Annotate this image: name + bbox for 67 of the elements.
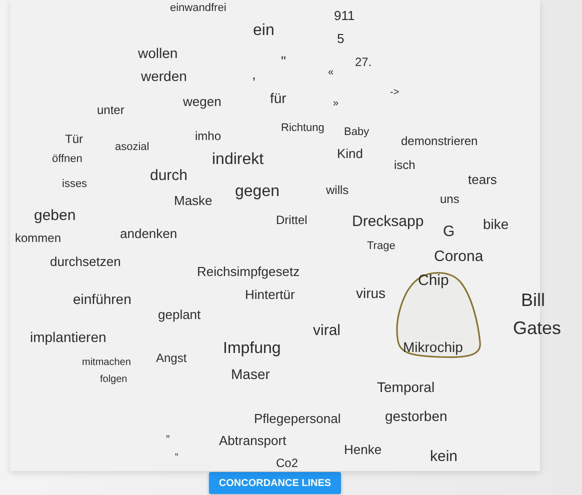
cloud-word[interactable]: gegen xyxy=(235,183,280,202)
cloud-word[interactable]: “ xyxy=(175,452,178,464)
cloud-word[interactable]: geplant xyxy=(158,308,201,323)
cloud-word[interactable]: einwandfrei xyxy=(170,2,226,15)
cloud-word[interactable]: ein xyxy=(253,22,274,40)
cloud-word[interactable]: Abtransport xyxy=(219,434,286,449)
cloud-word[interactable]: durchsetzen xyxy=(50,255,121,270)
cloud-word[interactable]: Reichsimpfgesetz xyxy=(197,265,300,280)
cloud-word[interactable]: Baby xyxy=(344,126,370,139)
cloud-word[interactable]: durch xyxy=(150,167,188,184)
cloud-word[interactable]: bike xyxy=(483,216,509,232)
cloud-word[interactable]: Hintertür xyxy=(245,288,295,303)
cloud-word[interactable]: Impfung xyxy=(223,340,281,358)
cloud-word[interactable]: Drittel xyxy=(276,214,308,228)
cloud-word[interactable]: 911 xyxy=(334,9,355,24)
cloud-word[interactable]: viral xyxy=(313,322,341,340)
cloud-word[interactable]: Trage xyxy=(367,240,396,253)
cloud-word[interactable]: werden xyxy=(141,68,187,84)
cloud-word[interactable]: gestorben xyxy=(385,408,448,424)
cloud-word[interactable]: « xyxy=(328,67,334,78)
cloud-word[interactable]: isch xyxy=(394,159,416,173)
cloud-word[interactable]: -> xyxy=(390,87,400,98)
cloud-word[interactable]: wegen xyxy=(183,95,222,110)
cloud-word[interactable]: Pflegepersonal xyxy=(254,412,341,427)
cloud-word[interactable]: Tür xyxy=(65,133,83,147)
cloud-word[interactable]: Temporal xyxy=(377,379,435,396)
cloud-word[interactable]: Bill xyxy=(521,290,546,311)
cloud-word[interactable]: Maske xyxy=(174,194,212,209)
cloud-word[interactable]: asozial xyxy=(115,141,150,154)
cloud-word[interactable]: uns xyxy=(440,193,460,207)
cloud-word[interactable]: Maser xyxy=(231,366,270,382)
cloud-word[interactable]: demonstrieren xyxy=(401,135,478,149)
cloud-word[interactable]: Gates xyxy=(513,318,562,339)
cloud-word[interactable]: einführen xyxy=(73,291,132,308)
cloud-word[interactable]: Corona xyxy=(434,248,484,266)
cloud-word[interactable]: " xyxy=(281,53,286,70)
cloud-word[interactable]: tears xyxy=(468,173,497,188)
cloud-word[interactable]: kein xyxy=(430,448,458,466)
cloud-word[interactable]: mitmachen xyxy=(82,357,131,368)
cloud-word[interactable]: imho xyxy=(195,130,222,144)
cloud-word[interactable]: Henke xyxy=(344,443,382,458)
cloud-word[interactable]: Co2 xyxy=(276,457,298,471)
cloud-word[interactable]: 5 xyxy=(337,32,344,47)
cloud-word[interactable]: Kind xyxy=(337,147,364,162)
cloud-word[interactable]: virus xyxy=(356,285,386,302)
cloud-word[interactable]: 27. xyxy=(355,56,372,70)
cloud-word[interactable]: wollen xyxy=(138,45,178,62)
cloud-word[interactable]: öffnen xyxy=(52,153,82,166)
cloud-word[interactable]: implantieren xyxy=(30,329,106,346)
cloud-word[interactable]: indirekt xyxy=(212,151,264,170)
cloud-word[interactable]: für xyxy=(270,90,286,106)
cloud-word[interactable]: andenken xyxy=(120,227,178,242)
cloud-word[interactable]: G xyxy=(443,223,455,240)
cloud-word[interactable]: Chip xyxy=(418,272,449,290)
cloud-word[interactable]: Mikrochip xyxy=(403,339,463,356)
cloud-word[interactable]: Angst xyxy=(156,352,187,366)
cloud-word[interactable]: unter xyxy=(97,104,124,118)
cloud-word[interactable]: Drecksapp xyxy=(352,213,424,230)
cloud-word[interactable]: » xyxy=(333,98,339,110)
cloud-word[interactable]: Richtung xyxy=(281,122,324,135)
cloud-word[interactable]: folgen xyxy=(100,374,128,386)
cloud-word[interactable]: isses xyxy=(62,178,88,191)
cloud-word[interactable]: kommen xyxy=(15,232,62,246)
cloud-word[interactable]: ” xyxy=(166,434,170,447)
cloud-word[interactable]: wills xyxy=(326,184,349,198)
cloud-word[interactable]: , xyxy=(252,66,256,82)
cloud-word[interactable]: geben xyxy=(34,207,76,224)
